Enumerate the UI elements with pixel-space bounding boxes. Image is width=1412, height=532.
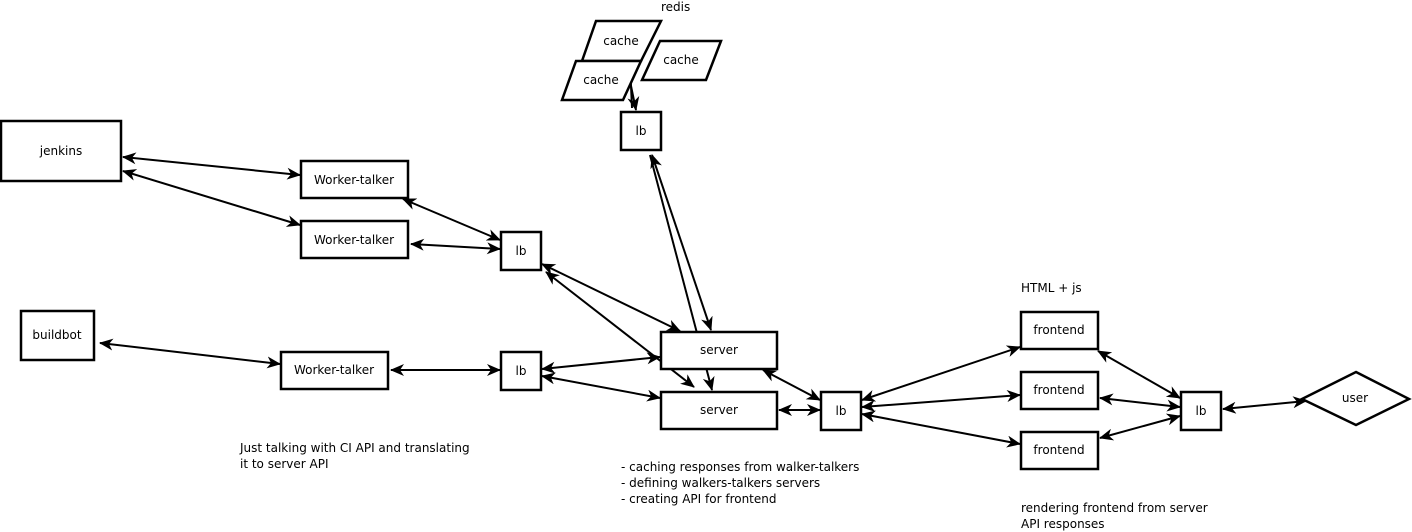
edge-lb3-fe1 (861, 345, 1021, 402)
node-label: lb (636, 124, 647, 138)
node-label: cache (663, 53, 699, 67)
node-label: jenkins (39, 144, 82, 158)
node-label: cache (583, 73, 619, 87)
node-lb-1[interactable]: lb (499, 230, 543, 272)
node-server-1[interactable]: server (659, 330, 779, 371)
edge-jenkins-wt1 (122, 152, 301, 180)
node-label: server (700, 403, 738, 417)
edge-fe2-lb4 (1099, 393, 1181, 412)
edge-fe3-lb4 (1099, 413, 1181, 441)
server-note-line-2: - defining walkers-talkers servers (621, 476, 820, 490)
architecture-diagram: jenkins Worker-talker Worker-talker buil… (0, 0, 1412, 531)
node-label: lb (836, 404, 847, 418)
html-js-label: HTML + js (1021, 281, 1082, 295)
node-frontend-2[interactable]: frontend (1019, 370, 1100, 411)
edge-lb1-server1 (541, 263, 681, 332)
node-label: frontend (1033, 383, 1084, 397)
edge-jenkins-wt2 (122, 169, 301, 227)
frontend-note-line-1: rendering frontend from server (1021, 501, 1208, 515)
node-label: server (700, 343, 738, 357)
edge-lb4-user (1222, 396, 1307, 414)
node-label: cache (603, 34, 639, 48)
server-note-line-3: - creating API for frontend (621, 492, 777, 506)
redis-label: redis (661, 0, 690, 14)
frontend-note-line-2: API responses (1021, 517, 1105, 531)
node-worker-talker-1[interactable]: Worker-talker (299, 159, 410, 200)
edge-lb3-fe3 (861, 410, 1021, 448)
node-label: frontend (1033, 443, 1084, 457)
node-server-2[interactable]: server (659, 390, 779, 431)
node-cache-3[interactable]: cache (560, 59, 643, 102)
edge-lb2-server1 (541, 352, 661, 374)
server-note-line-1: - caching responses from walker-talkers (621, 460, 859, 474)
node-jenkins[interactable]: jenkins (0, 119, 123, 183)
node-label: lb (516, 244, 527, 258)
node-label: buildbot (32, 328, 81, 342)
node-label: Worker-talker (314, 233, 394, 247)
node-lb-2[interactable]: lb (499, 350, 543, 392)
node-lb-redis[interactable]: lb (619, 110, 663, 152)
edge-lb3-fe2 (861, 390, 1021, 412)
node-worker-talker-3[interactable]: Worker-talker (279, 350, 390, 391)
nodes-layer: jenkins Worker-talker Worker-talker buil… (0, 19, 1412, 471)
node-label: Worker-talker (314, 173, 394, 187)
node-cache-1[interactable]: cache (580, 19, 664, 63)
node-lb-4[interactable]: lb (1179, 390, 1223, 432)
node-label: user (1342, 391, 1368, 405)
node-buildbot[interactable]: buildbot (19, 309, 96, 362)
node-lb-3[interactable]: lb (819, 390, 863, 432)
node-label: lb (516, 364, 527, 378)
worker-note-line-1: Just talking with CI API and translating (239, 441, 470, 455)
edge-fe1-lb4 (1097, 350, 1181, 399)
node-frontend-1[interactable]: frontend (1019, 310, 1100, 351)
node-label: lb (1196, 404, 1207, 418)
node-label: Worker-talker (294, 363, 374, 377)
edge-lb2-server2 (541, 372, 661, 402)
node-frontend-3[interactable]: frontend (1019, 430, 1100, 471)
node-user[interactable]: user (1299, 370, 1412, 427)
node-label: frontend (1033, 323, 1084, 337)
edge-wt2-lb1 (410, 238, 501, 255)
node-cache-2[interactable]: cache (640, 39, 723, 82)
edge-wt1-lb1 (402, 198, 501, 241)
edge-lbredis-server1 (650, 154, 713, 331)
edge-buildbot-wt3 (99, 338, 281, 369)
node-worker-talker-2[interactable]: Worker-talker (299, 219, 410, 260)
worker-note-line-2: it to server API (240, 457, 329, 471)
